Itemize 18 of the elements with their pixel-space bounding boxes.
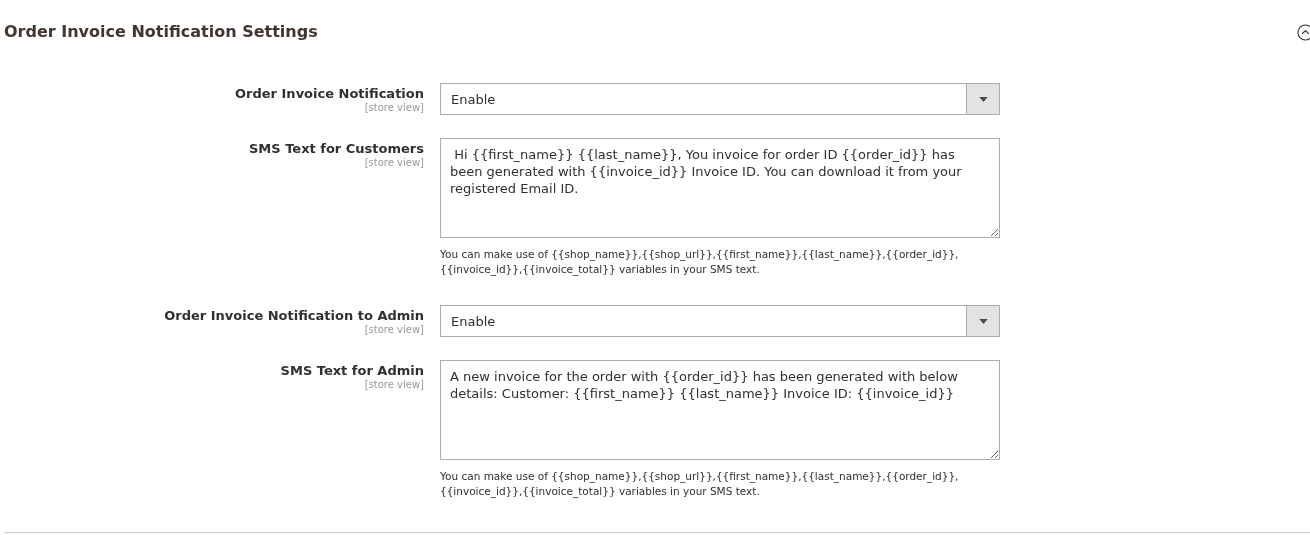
field-note: You can make use of {{shop_name}},{{shop_url}},{{first_name}},{{last_name}},{{order_id}}, {{invoice_id}},{{invoice_total}} variables in your SMS text. bbox=[440, 469, 960, 499]
text-area[interactable]: A new invoice for the order with {{order_id}} has been generated with below details: Customer: {{first_name}} {{last_name}} Invoice ID: {{invoice_id}} bbox=[440, 360, 1000, 460]
scope-label: [store view] bbox=[364, 157, 424, 168]
scope-label: [store view] bbox=[364, 324, 424, 335]
field-label: Order Invoice Notification to Admin bbox=[164, 307, 424, 323]
section-title: Order Invoice Notification Settings bbox=[4, 21, 318, 41]
scope-label: [store view] bbox=[364, 379, 424, 390]
collapse-icon[interactable] bbox=[1297, 23, 1310, 41]
scope-label: [store view] bbox=[364, 102, 424, 113]
caret-icon bbox=[978, 96, 988, 102]
select-field[interactable]: Enable bbox=[440, 83, 1000, 115]
field-label: Order Invoice Notification bbox=[235, 85, 424, 101]
field-note: You can make use of {{shop_name}},{{shop_url}},{{first_name}},{{last_name}},{{order_id}}, {{invoice_id}},{{invoice_total}} variables in your SMS text. bbox=[440, 247, 960, 277]
caret-icon bbox=[978, 318, 988, 324]
field-label: SMS Text for Customers bbox=[249, 140, 424, 156]
text-area[interactable]: Hi {{first_name}} {{last_name}}, You invoice for order ID {{order_id}} has been generated with {{invoice_id}} Invoice ID. You can download it from your registered Email ID. bbox=[440, 138, 1000, 238]
select-field[interactable]: Enable bbox=[440, 305, 1000, 337]
field-label: SMS Text for Admin bbox=[280, 362, 424, 378]
